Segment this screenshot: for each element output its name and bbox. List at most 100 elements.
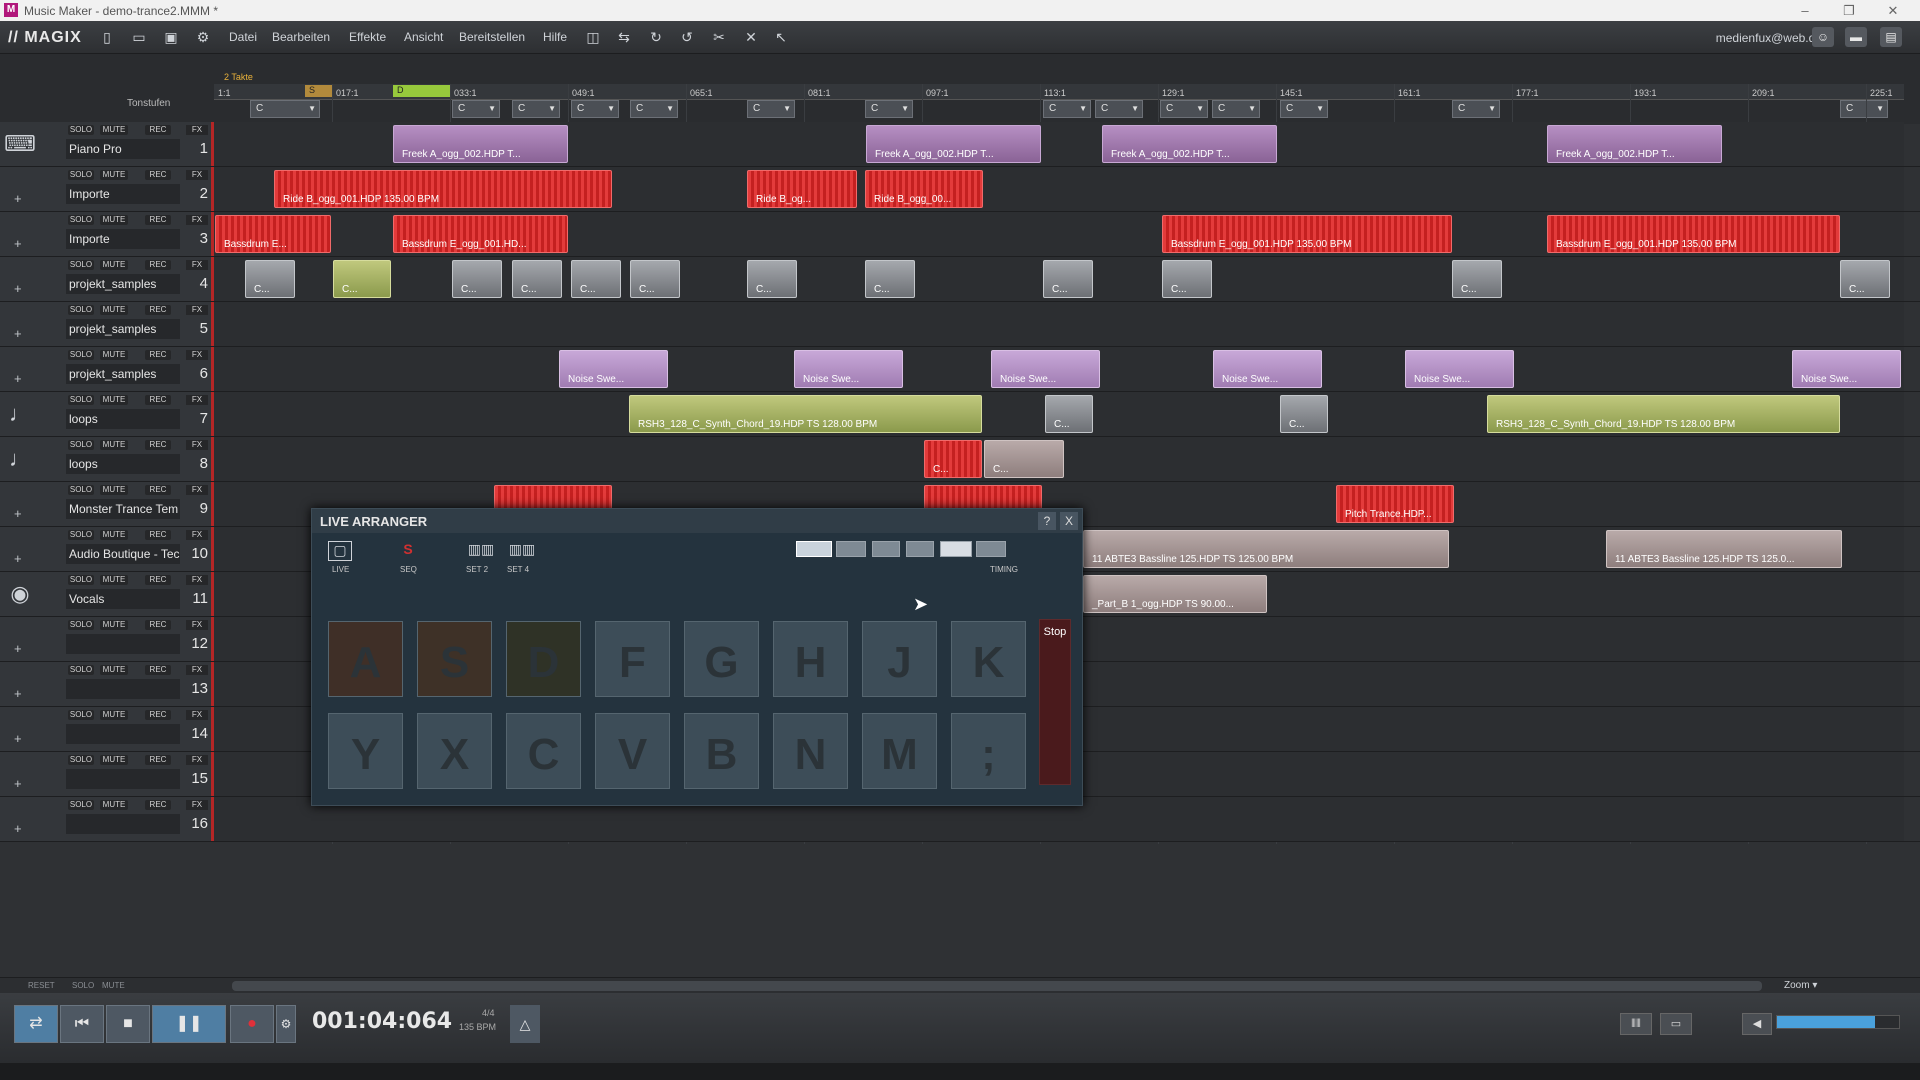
- mute-button[interactable]: MUTE: [100, 530, 128, 540]
- chevron-down-icon[interactable]: ▼: [548, 101, 556, 117]
- set-icon[interactable]: ▥▥: [464, 541, 498, 561]
- plus-icon[interactable]: +: [14, 821, 22, 836]
- track-name[interactable]: [66, 814, 180, 834]
- rec-button[interactable]: REC: [145, 395, 171, 405]
- chord-box[interactable]: C ▼: [1212, 100, 1260, 118]
- fx-button[interactable]: FX: [186, 485, 208, 495]
- plus-icon[interactable]: +: [14, 776, 22, 791]
- mic-icon[interactable]: ◉: [4, 578, 36, 610]
- fx-button[interactable]: FX: [186, 755, 208, 765]
- mode-set2-label[interactable]: SET 2: [466, 565, 488, 574]
- mode-live-label[interactable]: LIVE: [332, 565, 349, 574]
- audio-object[interactable]: Pitch Trance.HDP...: [1336, 485, 1454, 523]
- track-lane[interactable]: [214, 302, 1904, 346]
- user-icon[interactable]: ☺: [1812, 27, 1834, 47]
- track-name[interactable]: projekt_samples: [66, 364, 180, 384]
- timeline-ruler[interactable]: 1:1 017:1 033:1 049:1 065:1 081:1 097:1 113:1 12…: [214, 84, 1904, 100]
- mute-all-button[interactable]: MUTE: [102, 981, 125, 990]
- pad-f[interactable]: F: [595, 621, 670, 697]
- maximize-button[interactable]: ❐: [1834, 2, 1864, 19]
- loop-start-marker[interactable]: S: [305, 85, 332, 97]
- pad-v[interactable]: V: [595, 713, 670, 789]
- rec-button[interactable]: REC: [145, 755, 171, 765]
- solo-button[interactable]: SOLO: [68, 665, 94, 675]
- audio-object[interactable]: Noise Swe...: [1213, 350, 1322, 388]
- audio-object[interactable]: Bassdrum E_ogg_001.HDP 135.00 BPM: [1547, 215, 1840, 253]
- timing-selector[interactable]: [796, 541, 1016, 559]
- audio-object[interactable]: Noise Swe...: [991, 350, 1100, 388]
- rec-button[interactable]: REC: [145, 170, 171, 180]
- solo-button[interactable]: SOLO: [68, 755, 94, 765]
- mute-button[interactable]: MUTE: [100, 170, 128, 180]
- track-name[interactable]: projekt_samples: [66, 274, 180, 294]
- pad-semicolon[interactable]: ;: [951, 713, 1026, 789]
- book-icon[interactable]: ◫: [584, 28, 602, 46]
- delete-icon[interactable]: ✕: [742, 28, 760, 46]
- chord-box[interactable]: C ▼: [1840, 100, 1888, 118]
- track-name[interactable]: projekt_samples: [66, 319, 180, 339]
- mode-set4-label[interactable]: SET 4: [507, 565, 529, 574]
- audio-object[interactable]: Noise Swe...: [559, 350, 668, 388]
- chord-box[interactable]: C ▼: [1280, 100, 1328, 118]
- track-header[interactable]: + SOLO MUTE REC FX Importe 3: [0, 212, 214, 256]
- timing-option[interactable]: [796, 541, 832, 557]
- plus-icon[interactable]: +: [14, 326, 22, 341]
- pointer-icon[interactable]: ↖: [772, 28, 790, 46]
- fx-button[interactable]: FX: [186, 665, 208, 675]
- mute-button[interactable]: MUTE: [100, 125, 128, 135]
- pad-h[interactable]: H: [773, 621, 848, 697]
- record-settings-icon[interactable]: ⚙: [276, 1005, 296, 1043]
- solo-button[interactable]: SOLO: [68, 215, 94, 225]
- mute-button[interactable]: MUTE: [100, 305, 128, 315]
- track-header[interactable]: + SOLO MUTE REC FX Importe 2: [0, 167, 214, 211]
- solo-button[interactable]: SOLO: [68, 395, 94, 405]
- scrollbar-thumb[interactable]: [232, 981, 1762, 991]
- pad-d[interactable]: D: [506, 621, 581, 697]
- track-name[interactable]: [66, 634, 180, 654]
- audio-object[interactable]: C...: [1045, 395, 1093, 433]
- seq-icon[interactable]: S: [398, 541, 418, 561]
- metronome-icon[interactable]: △: [510, 1005, 540, 1043]
- audio-object[interactable]: C...: [452, 260, 502, 298]
- loop-icon[interactable]: ⇆: [615, 28, 633, 46]
- time-display[interactable]: 001:04:064: [312, 1009, 452, 1034]
- plus-icon[interactable]: +: [14, 641, 22, 656]
- solo-button[interactable]: SOLO: [68, 170, 94, 180]
- mute-button[interactable]: MUTE: [100, 575, 128, 585]
- solo-button[interactable]: SOLO: [68, 620, 94, 630]
- mute-button[interactable]: MUTE: [100, 260, 128, 270]
- track-name[interactable]: loops: [66, 409, 180, 429]
- track-name[interactable]: Importe: [66, 184, 180, 204]
- audio-object[interactable]: Freek A_ogg_002.HDP T...: [393, 125, 568, 163]
- pad-m[interactable]: M: [862, 713, 937, 789]
- menu-ansicht[interactable]: Ansicht: [404, 30, 443, 44]
- close-live-arranger-button[interactable]: X: [1060, 512, 1078, 530]
- save-icon[interactable]: ▣: [162, 28, 180, 46]
- solo-button[interactable]: SOLO: [68, 260, 94, 270]
- chord-box[interactable]: C ▼: [1043, 100, 1091, 118]
- solo-button[interactable]: SOLO: [68, 125, 94, 135]
- menu-bearbeiten[interactable]: Bearbeiten: [272, 30, 330, 44]
- pad-a[interactable]: A: [328, 621, 403, 697]
- chord-box[interactable]: C ▼: [512, 100, 560, 118]
- track-header[interactable]: ♩ SOLO MUTE REC FX loops 7: [0, 392, 214, 436]
- stop-transport-button[interactable]: ■: [106, 1005, 150, 1043]
- timing-option[interactable]: [940, 541, 972, 557]
- mute-button[interactable]: MUTE: [100, 215, 128, 225]
- fx-button[interactable]: FX: [186, 215, 208, 225]
- track-header[interactable]: + SOLO MUTE REC FX 15: [0, 752, 214, 796]
- chord-box[interactable]: C ▼: [865, 100, 913, 118]
- menu-datei[interactable]: Datei: [229, 30, 257, 44]
- plus-icon[interactable]: +: [14, 506, 22, 521]
- chord-box[interactable]: C ▼: [747, 100, 795, 118]
- rec-button[interactable]: REC: [145, 125, 171, 135]
- mute-button[interactable]: MUTE: [100, 395, 128, 405]
- loop-end-marker[interactable]: D: [393, 85, 451, 97]
- chord-box[interactable]: C ▼: [1452, 100, 1500, 118]
- record-button[interactable]: ●: [230, 1005, 274, 1043]
- chord-box[interactable]: C ▼: [250, 100, 320, 118]
- chord-box[interactable]: C ▼: [571, 100, 619, 118]
- fx-button[interactable]: FX: [186, 800, 208, 810]
- track-header[interactable]: + SOLO MUTE REC FX 16: [0, 797, 214, 841]
- undo-icon[interactable]: ↺: [678, 28, 696, 46]
